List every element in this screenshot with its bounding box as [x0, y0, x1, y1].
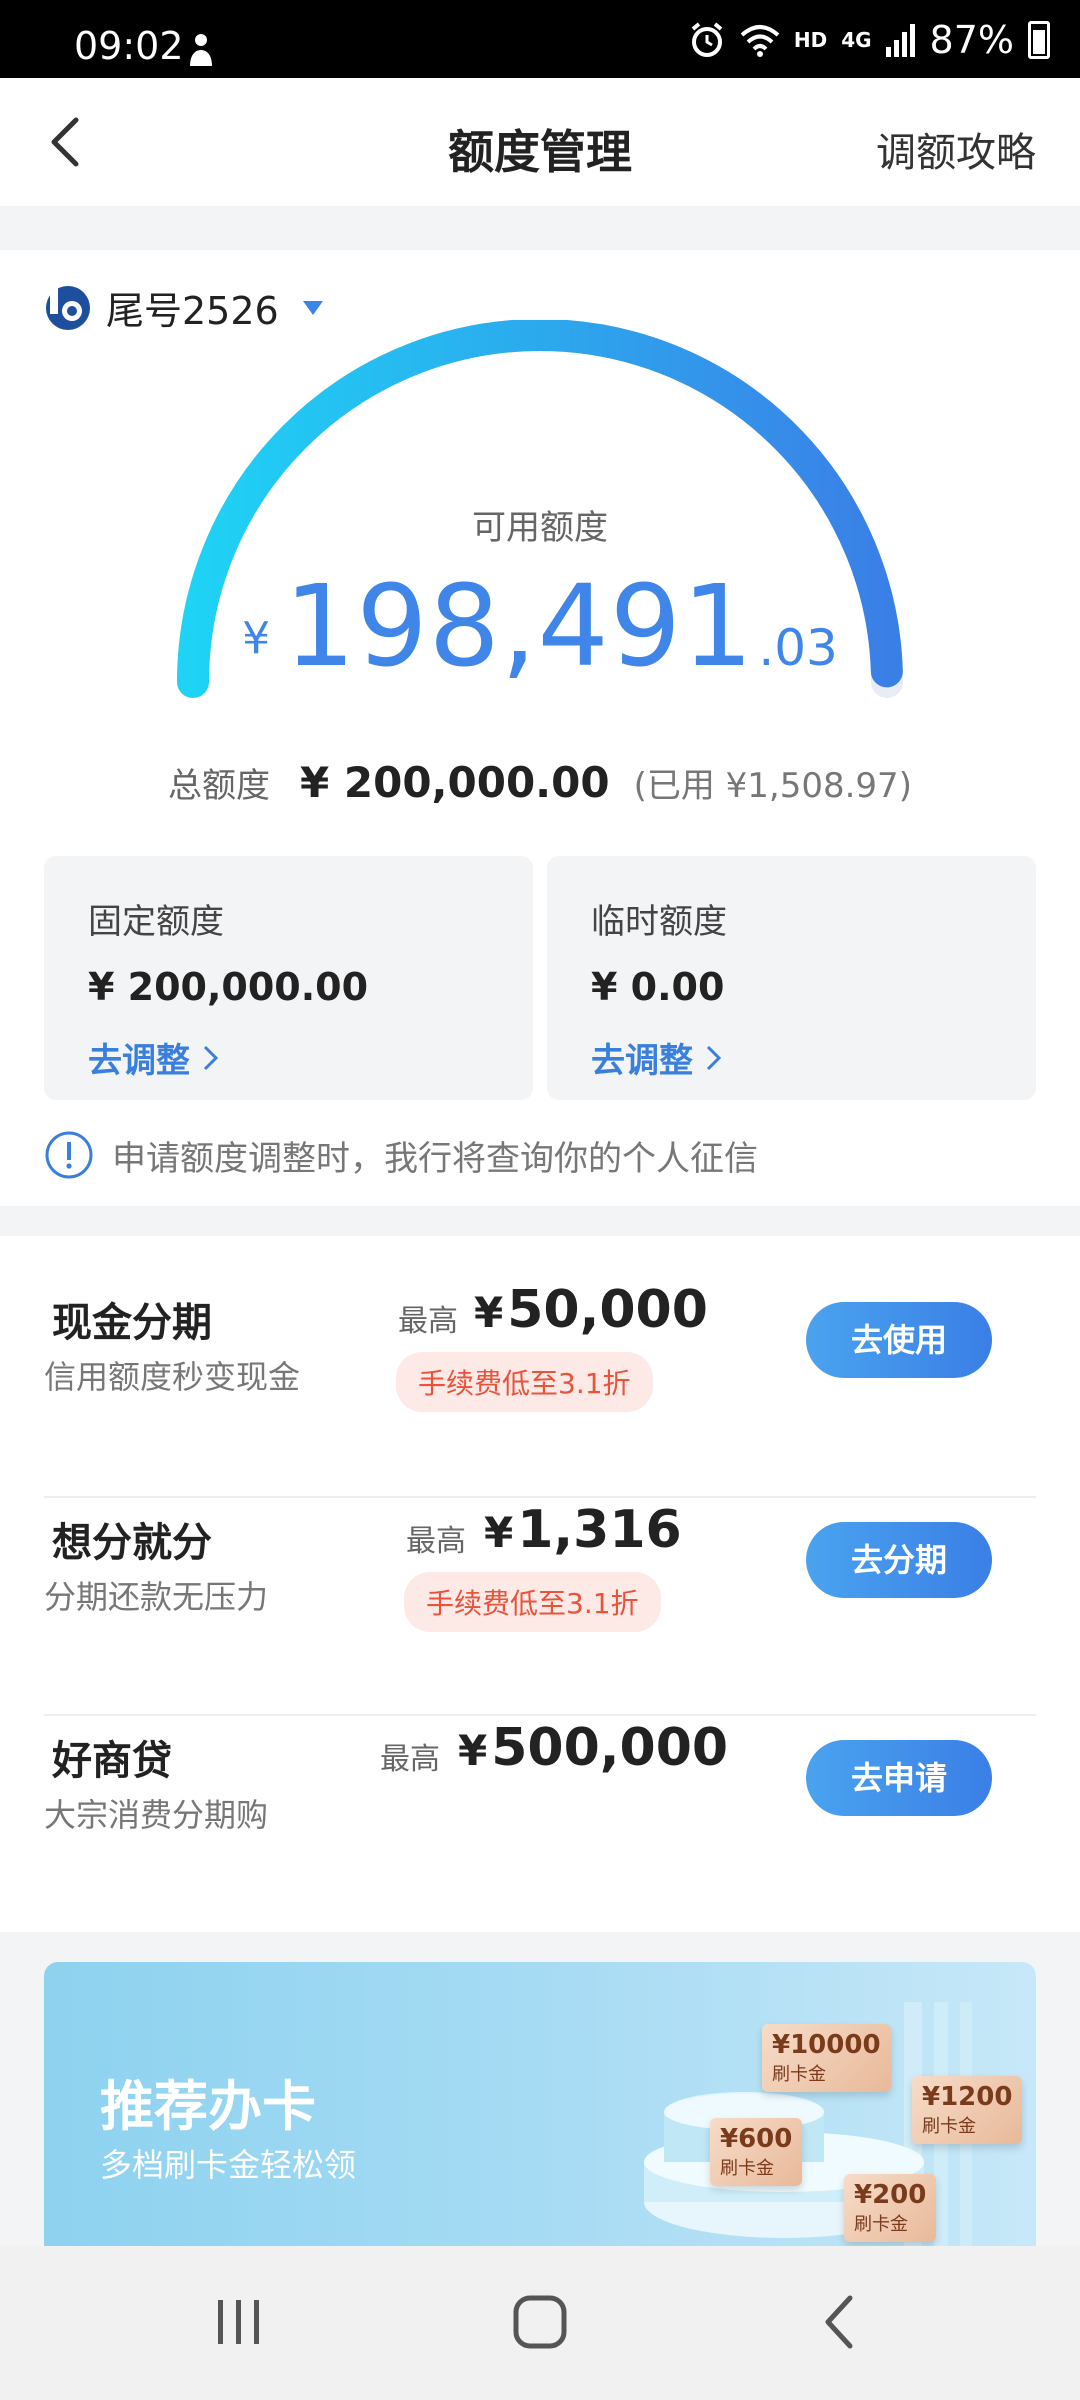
alarm-icon — [691, 22, 723, 57]
fixed-quota-title: 固定额度 — [88, 902, 224, 942]
battery-percent: 87% — [929, 18, 1014, 62]
cashback-chip: ¥600 刷卡金 — [710, 2118, 803, 2186]
fixed-quota-adjust-link[interactable]: 去调整 — [88, 1033, 489, 1082]
available-integer: 198,491 — [284, 562, 755, 692]
product-amount: ¥50,000 — [474, 1280, 708, 1340]
product-amount: ¥1,316 — [484, 1500, 682, 1560]
chip-label: 刷卡金 — [720, 2158, 774, 2179]
product-currency: ¥ — [458, 1726, 488, 1775]
total-amount: ¥ 200,000.00 — [300, 758, 610, 807]
product-desc: 信用额度秒变现金 — [44, 1358, 301, 1396]
chevron-right-icon — [706, 1045, 722, 1070]
temp-quota-value: ¥ 0.00 — [591, 965, 725, 1009]
fee-discount-tag: 手续费低至3.1折 — [396, 1352, 653, 1412]
fixed-quota-adjust-label: 去调整 — [88, 1041, 190, 1081]
signal-icon — [885, 24, 915, 57]
installment-button[interactable]: 去分期 — [806, 1522, 992, 1598]
quota-subcards: 固定额度 ¥ 200,000.00 去调整 临时额度 ¥ 0.00 去调整 — [44, 856, 1036, 1100]
chip-label: 刷卡金 — [854, 2214, 908, 2235]
chip-value: ¥600 — [720, 2124, 793, 2154]
product-currency: ¥ — [474, 1288, 504, 1337]
banner-title: 推荐办卡 — [100, 2075, 316, 2138]
products-list: 现金分期 信用额度秒变现金 最高 ¥50,000 手续费低至3.1折 去使用 想… — [0, 1236, 1080, 1932]
quota-guide-link[interactable]: 调额攻略 — [876, 120, 1036, 178]
notice-text: 申请额度调整时，我行将查询你的个人征信 — [112, 1138, 758, 1179]
cashback-chip: ¥200 刷卡金 — [844, 2174, 937, 2242]
use-button[interactable]: 去使用 — [806, 1302, 992, 1378]
back-nav-icon[interactable] — [812, 2292, 872, 2352]
temp-quota-adjust-link[interactable]: 去调整 — [591, 1033, 992, 1082]
apply-button[interactable]: 去申请 — [806, 1740, 992, 1816]
home-icon[interactable] — [510, 2292, 570, 2352]
info-icon — [45, 1131, 93, 1179]
fee-discount-tag: 手续费低至3.1折 — [404, 1572, 661, 1632]
available-label: 可用额度 — [472, 508, 608, 548]
list-item: 想分就分 分期还款无压力 最高 ¥1,316 手续费低至3.1折 去分期 — [44, 1498, 1036, 1716]
recommend-card-banner[interactable]: 推荐办卡 多档刷卡金轻松领 ¥10000 刷卡金 ¥1200 刷卡金 ¥600 … — [44, 1962, 1036, 2246]
product-max-label: 最高 — [380, 1742, 440, 1777]
product-name: 现金分期 — [52, 1300, 212, 1346]
recent-apps-icon[interactable] — [208, 2292, 268, 2352]
product-amount: ¥500,000 — [458, 1718, 728, 1778]
total-quota-line: 总额度 ¥ 200,000.00 (已用 ¥1,508.97) — [0, 758, 1080, 807]
status-right: HD 4G 87% — [688, 18, 1050, 62]
status-time: 09:02 — [74, 24, 184, 68]
used-amount: (已用 ¥1,508.97) — [633, 766, 912, 806]
product-desc: 分期还款无压力 — [44, 1578, 269, 1616]
temp-quota-title: 临时额度 — [591, 902, 727, 942]
product-max-label: 最高 — [398, 1304, 458, 1339]
list-item: 现金分期 信用额度秒变现金 最高 ¥50,000 手续费低至3.1折 去使用 — [44, 1236, 1036, 1498]
notification-icon — [190, 34, 212, 66]
chevron-right-icon — [203, 1045, 219, 1070]
available-amount: ¥198,491.03 — [0, 562, 1080, 692]
system-nav-bar — [0, 2246, 1080, 2400]
product-name: 想分就分 — [52, 1520, 212, 1566]
product-desc: 大宗消费分期购 — [44, 1796, 269, 1834]
chip-value: ¥10000 — [772, 2030, 881, 2060]
quota-section: 尾号2526 可用额度 ¥198,491.03 总额度 ¥ 200,000.00(… — [0, 250, 1080, 1206]
credit-notice: 申请额度调整时，我行将查询你的个人征信 — [44, 1130, 758, 1180]
chip-value: ¥1200 — [922, 2082, 1013, 2112]
dropdown-triangle-icon — [302, 300, 323, 315]
network-type-label: 4G — [841, 28, 872, 52]
cashback-chip: ¥10000 刷卡金 — [762, 2024, 891, 2092]
available-currency: ¥ — [242, 613, 271, 664]
fixed-quota-value: ¥ 200,000.00 — [88, 965, 369, 1009]
header: 额度管理 调额攻略 — [0, 78, 1080, 206]
cashback-chip: ¥1200 刷卡金 — [912, 2076, 1023, 2144]
product-name: 好商贷 — [52, 1738, 172, 1784]
product-amount-value: 50,000 — [507, 1280, 708, 1340]
temp-quota-adjust-label: 去调整 — [591, 1041, 693, 1081]
available-decimal: .03 — [758, 619, 838, 677]
product-amount-value: 1,316 — [517, 1500, 682, 1560]
product-amount-value: 500,000 — [491, 1718, 729, 1778]
battery-icon — [1028, 21, 1050, 59]
chip-label: 刷卡金 — [772, 2064, 826, 2085]
fixed-quota-card: 固定额度 ¥ 200,000.00 去调整 — [44, 856, 533, 1100]
bank-logo-icon — [46, 285, 90, 330]
list-item: 好商贷 大宗消费分期购 最高 ¥500,000 去申请 — [44, 1716, 1036, 1934]
status-bar: 09:02 HD 4G 87% — [0, 0, 1080, 78]
total-label: 总额度 — [168, 766, 271, 806]
temp-quota-card: 临时额度 ¥ 0.00 去调整 — [547, 856, 1036, 1100]
product-max-label: 最高 — [406, 1524, 466, 1559]
wifi-icon — [740, 25, 780, 57]
chip-value: ¥200 — [854, 2180, 927, 2210]
chip-label: 刷卡金 — [922, 2116, 976, 2137]
banner-subtitle: 多档刷卡金轻松领 — [100, 2146, 357, 2184]
product-currency: ¥ — [484, 1508, 514, 1557]
network-label: HD — [793, 28, 828, 52]
